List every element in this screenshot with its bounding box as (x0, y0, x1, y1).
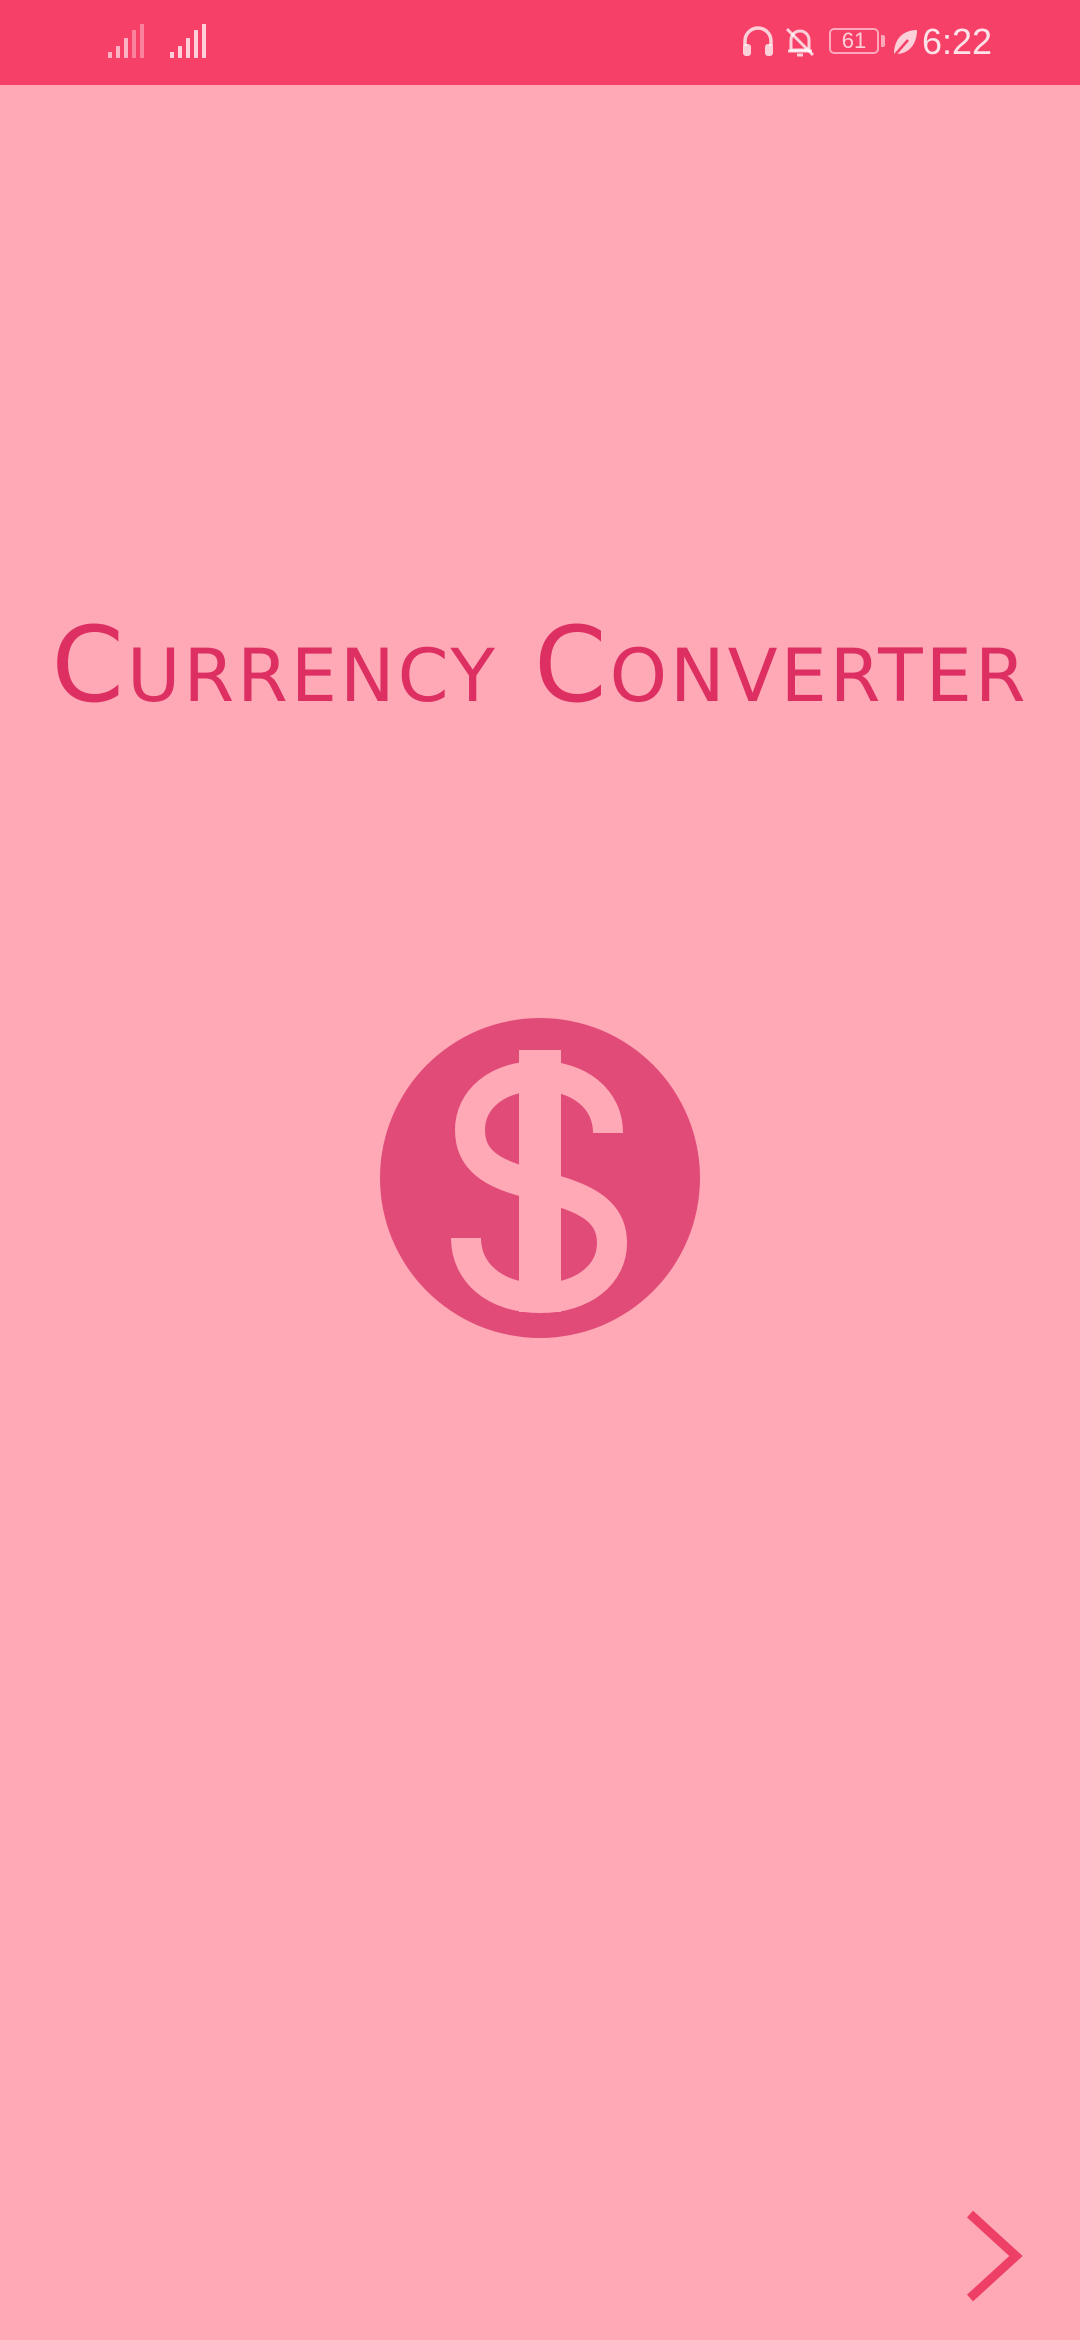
battery-saver-leaf-icon (893, 30, 917, 57)
battery-tip (881, 35, 885, 47)
status-bar: 61 6:22 (0, 0, 1080, 85)
notifications-off-icon (785, 27, 815, 57)
clock: 6:22 (922, 21, 993, 62)
signal-icon (170, 24, 206, 58)
app-title: Currency Converter (51, 604, 1029, 726)
battery-icon: 61 (829, 28, 879, 54)
signal-icon (108, 24, 144, 58)
chevron-right-icon[interactable] (958, 2206, 1028, 2306)
dollar-circle-icon (380, 1018, 700, 1338)
battery-level: 61 (841, 28, 867, 53)
headphones-icon (743, 26, 773, 56)
